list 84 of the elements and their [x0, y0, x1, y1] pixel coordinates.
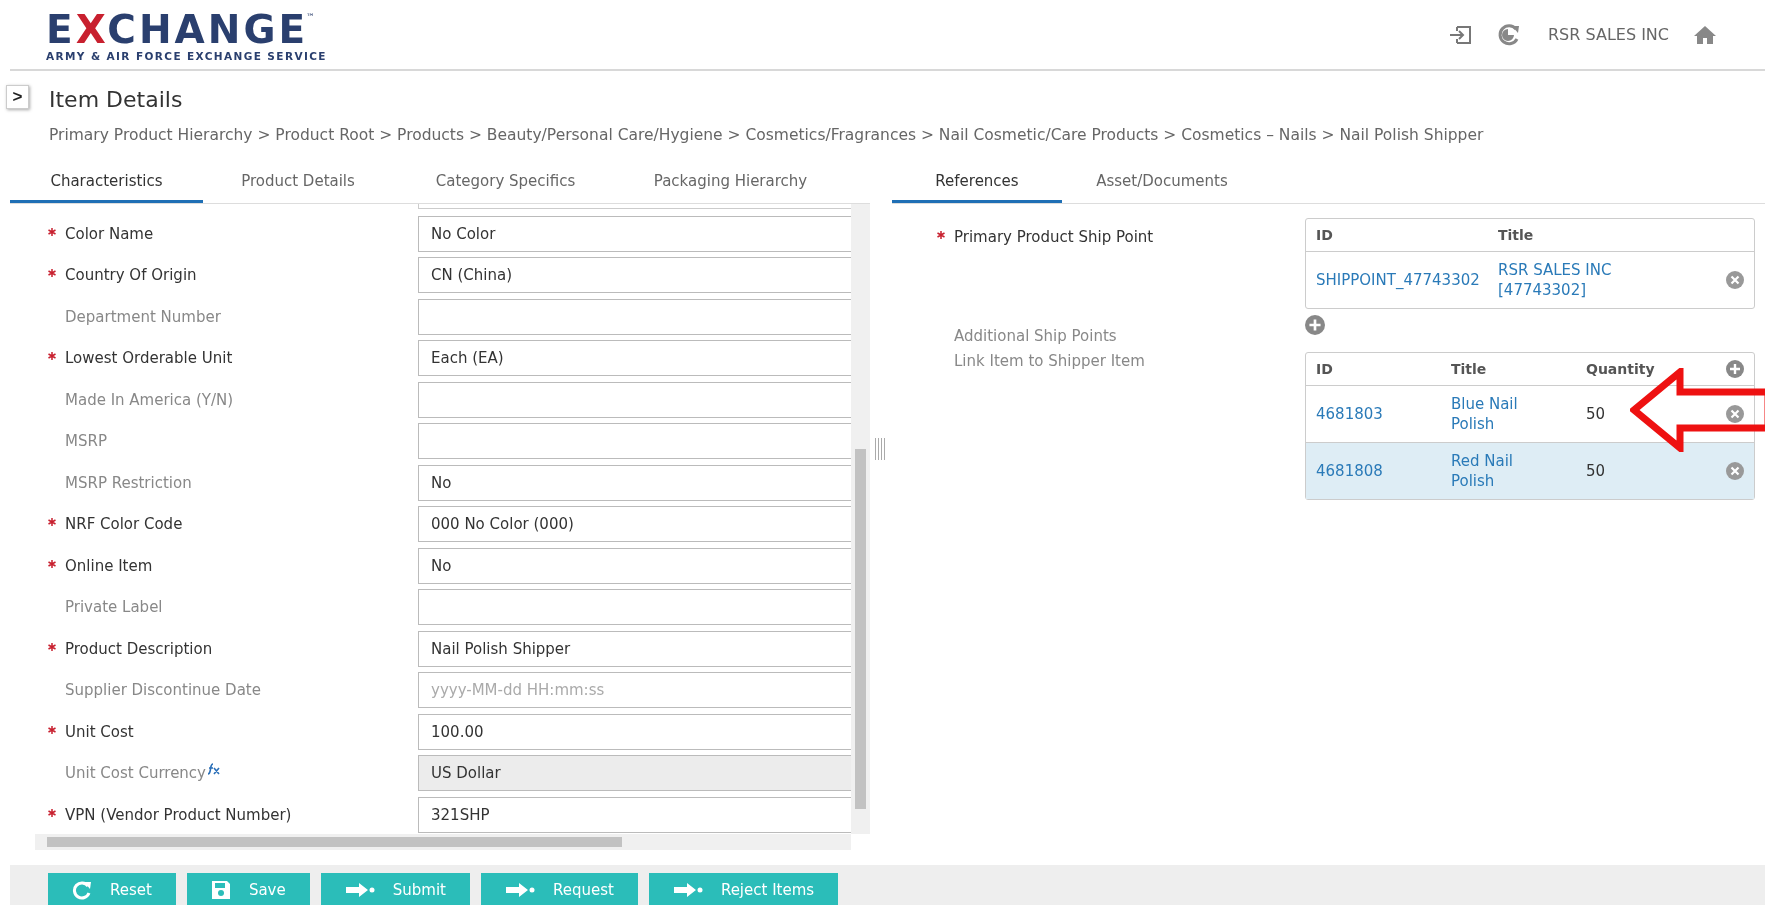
- input-field[interactable]: No Color: [418, 215, 851, 252]
- arrow-icon: [672, 882, 703, 898]
- field-label: VPN (Vendor Product Number): [65, 805, 292, 824]
- field-label: Unit Cost: [65, 722, 134, 741]
- remove-icon[interactable]: [1726, 462, 1744, 480]
- sign-in-icon[interactable]: [1448, 24, 1472, 45]
- input-field[interactable]: Nail Polish Shipper: [418, 630, 851, 667]
- column-header: Quantity: [1586, 361, 1656, 377]
- quantity-cell-text: 50: [1586, 461, 1607, 481]
- column-header: Title: [1451, 361, 1488, 377]
- field-label: Private Label: [65, 598, 163, 617]
- field-label: MSRP Restriction: [65, 473, 192, 492]
- field-label: Link Item to Shipper Item: [954, 352, 1145, 372]
- logo-subtitle: ARMY & AIR FORCE EXCHANGE SERVICE: [46, 49, 327, 62]
- field-label: Supplier Discontinue Date: [65, 681, 261, 700]
- user-name[interactable]: RSR SALES INC: [1548, 25, 1669, 44]
- input-field[interactable]: 100.00: [418, 713, 851, 750]
- trademark: ™: [306, 11, 316, 22]
- field-label: Additional Ship Points: [954, 327, 1117, 345]
- add-icon[interactable]: [1726, 360, 1744, 378]
- required-icon: [48, 725, 56, 734]
- quantity-cell-text: 50: [1586, 404, 1607, 424]
- breadcrumb: Primary Product Hierarchy > Product Root > Products > Beauty/Personal Care/Hygiene > Cosmetics/Fragrances > Nail Cosmetic/Care Products > Cosmetics – Nails > Nail Polish Shipper: [49, 126, 1484, 144]
- field-label: Color Name: [65, 224, 154, 243]
- tab[interactable]: Product Details: [203, 162, 393, 203]
- required-icon: [48, 227, 56, 236]
- field-label: Made In America (Y/N): [65, 390, 234, 409]
- input-field[interactable]: 321SHP: [418, 796, 851, 833]
- remove-icon[interactable]: [1726, 271, 1744, 289]
- field-label: Product Description: [65, 639, 213, 658]
- item-id-link[interactable]: 4681803: [1316, 404, 1451, 424]
- input-field[interactable]: No: [418, 464, 851, 501]
- column-header: Title: [1498, 227, 1535, 243]
- arrow-icon: [344, 882, 375, 898]
- item-title-link[interactable]: Blue Nail Polish: [1451, 394, 1541, 434]
- required-icon: [937, 231, 945, 239]
- sidebar-toggle[interactable]: >: [6, 85, 29, 109]
- arrow-icon: [504, 882, 535, 898]
- home-icon[interactable]: [1693, 24, 1717, 45]
- field-label: Lowest Orderable Unit: [65, 349, 233, 368]
- input-field[interactable]: Each (EA): [418, 340, 851, 377]
- column-header: ID: [1316, 227, 1334, 243]
- tab[interactable]: Asset/Documents: [1062, 162, 1262, 203]
- refresh-icon[interactable]: [1496, 22, 1522, 47]
- tab[interactable]: Category Specifics: [393, 162, 618, 203]
- input-field[interactable]: No: [418, 547, 851, 584]
- input-field[interactable]: [418, 381, 851, 418]
- item-id-link[interactable]: 4681808: [1316, 461, 1451, 481]
- vertical-scrollbar[interactable]: [851, 204, 870, 834]
- input-field[interactable]: [418, 589, 851, 626]
- field-label: NRF Color Code: [65, 515, 183, 534]
- tab[interactable]: Packaging Hierarchy: [618, 162, 843, 203]
- tab[interactable]: Characteristics: [10, 162, 203, 203]
- field-label: MSRP: [65, 432, 107, 451]
- input-field[interactable]: [418, 298, 851, 335]
- required-icon: [48, 642, 56, 651]
- tab[interactable]: References: [892, 162, 1062, 203]
- input-field[interactable]: yyyy-MM-dd HH:mm:ss: [418, 672, 851, 709]
- item-title-link[interactable]: Red Nail Polish: [1451, 451, 1541, 491]
- required-icon: [48, 559, 56, 568]
- required-icon: [48, 269, 56, 278]
- input-field[interactable]: CN (China): [418, 257, 851, 294]
- ship-point-id-link[interactable]: SHIPPOINT_47743302: [1316, 270, 1498, 290]
- field-label: Country Of Origin: [65, 266, 197, 285]
- input-field[interactable]: [418, 204, 853, 209]
- field-label: Department Number: [65, 307, 221, 326]
- field-label: Unit Cost Currency: [65, 764, 206, 783]
- save-icon: [210, 880, 231, 900]
- remove-icon[interactable]: [1726, 405, 1744, 423]
- required-icon: [48, 808, 56, 817]
- add-icon[interactable]: [1305, 315, 1325, 335]
- table-row[interactable]: 4681808 Red Nail Polish 50: [1306, 442, 1754, 499]
- refresh-icon: [72, 880, 92, 900]
- horizontal-scrollbar[interactable]: [35, 834, 851, 850]
- input-field[interactable]: [418, 423, 851, 460]
- required-icon: [48, 518, 56, 527]
- column-header: ID: [1316, 361, 1334, 377]
- field-label: Primary Product Ship Point: [954, 228, 1154, 248]
- table-row[interactable]: 4681803 Blue Nail Polish 50: [1306, 386, 1754, 442]
- input-field[interactable]: 000 No Color (000): [418, 506, 851, 543]
- required-icon: [48, 352, 56, 361]
- ship-point-title-link[interactable]: RSR SALES INC [47743302]: [1498, 260, 1638, 300]
- field-label: Online Item: [65, 556, 153, 575]
- page-title: Item Details: [49, 87, 184, 112]
